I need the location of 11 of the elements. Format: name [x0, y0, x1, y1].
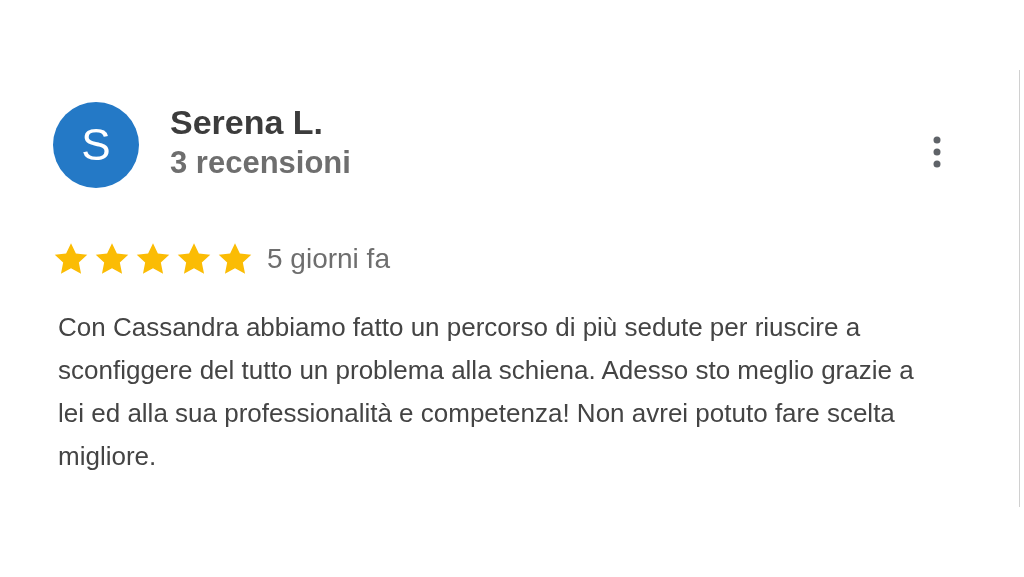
more-icon[interactable]	[932, 136, 942, 168]
review-text: Con Cassandra abbiamo fatto un percorso di più sedute per riuscire a sconfiggere del tutto un problema alla schiena. Adesso sto meglio grazie a lei ed alla sua professionalità e competenza! Non avrei potuto fare scelta migliore.	[58, 311, 915, 473]
author-name: Serena L.	[170, 102, 325, 142]
star-icon	[217, 242, 253, 276]
star-icon	[135, 242, 171, 276]
star-icon	[94, 242, 130, 276]
star-icon	[53, 242, 89, 276]
review-time: 5 giorni fa	[267, 242, 390, 276]
star-icon	[176, 242, 212, 276]
avatar: S	[53, 102, 139, 188]
review-count: 3 recensioni	[170, 144, 351, 182]
